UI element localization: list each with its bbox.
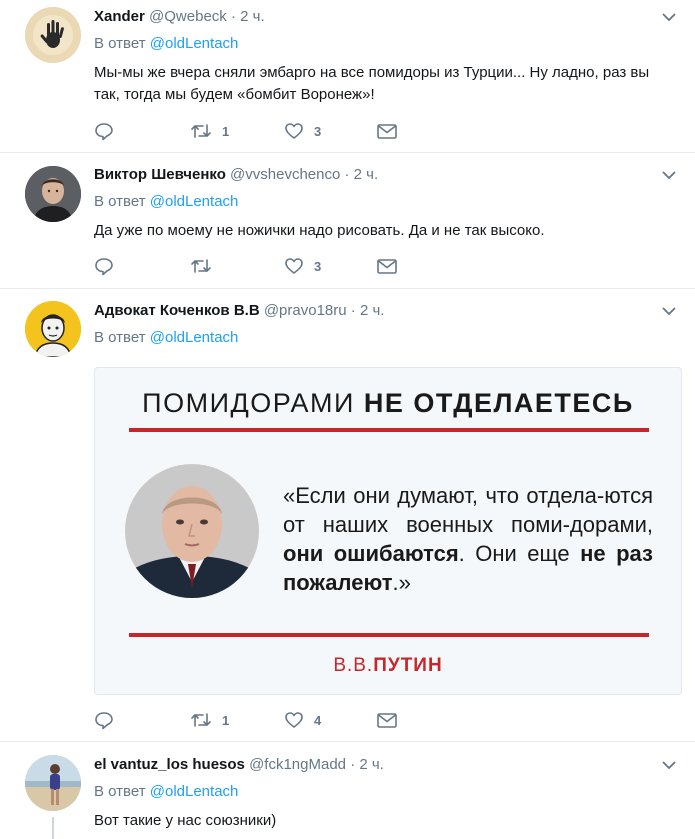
- reply-button[interactable]: [94, 121, 190, 141]
- retweet-button[interactable]: 1: [190, 121, 284, 141]
- separator-dot: ·: [350, 302, 356, 319]
- media-card[interactable]: ПОМИДОРАМИ НЕ ОТДЕЛАЕТЕСЬ «Если они дума…: [94, 367, 682, 695]
- quote-bold-part: они ошибаются: [283, 541, 459, 566]
- person-portrait-avatar-icon: [25, 301, 81, 357]
- tweet-text: Да уже по моему не ножички надо рисовать…: [94, 222, 545, 239]
- mention-link[interactable]: @oldLentach: [150, 329, 239, 346]
- reply-icon: [95, 258, 113, 276]
- like-button[interactable]: 4: [284, 710, 376, 730]
- envelope-icon: [377, 713, 397, 728]
- mention-link[interactable]: @oldLentach: [150, 35, 239, 52]
- chevron-down-icon[interactable]: [661, 757, 677, 773]
- card-divider: [129, 428, 649, 432]
- reply-prefix: В ответ: [94, 193, 146, 210]
- avatar[interactable]: [25, 7, 81, 63]
- tweet[interactable]: el vantuz_los huesos @fck1ngMadd · 2 ч. …: [0, 742, 695, 839]
- heart-icon: [285, 258, 303, 274]
- reply-context: В ответ @oldLentach: [94, 192, 238, 212]
- author-name[interactable]: Виктор Шевченко: [94, 166, 226, 183]
- timestamp[interactable]: 2 ч.: [360, 302, 385, 319]
- tweet-text: Вот такие у нас союзники): [94, 812, 277, 829]
- card-divider: [129, 633, 649, 637]
- timestamp[interactable]: 2 ч.: [359, 756, 384, 773]
- author-name[interactable]: Адвокат Коченков В.В: [94, 302, 260, 319]
- card-title-light: ПОМИДОРАМИ: [142, 388, 364, 418]
- reply-icon: [95, 712, 113, 730]
- message-button[interactable]: [376, 256, 398, 276]
- avatar[interactable]: [25, 301, 81, 357]
- author-name[interactable]: Xander: [94, 8, 145, 25]
- beach-photo-avatar-icon: [25, 755, 81, 811]
- card-signature: В.В.ПУТИН: [95, 655, 681, 677]
- author-handle[interactable]: @fck1ngMadd: [249, 756, 346, 773]
- retweet-count: 1: [222, 712, 230, 728]
- heart-icon: [285, 123, 303, 139]
- card-portrait-photo: [125, 464, 259, 598]
- heart-icon: [285, 712, 303, 728]
- quote-text-part: .»: [392, 570, 411, 595]
- reply-prefix: В ответ: [94, 329, 146, 346]
- thread-connector-line: [52, 817, 54, 839]
- reply-context: В ответ @oldLentach: [94, 34, 238, 54]
- tweet-text: Мы-мы же вчера сняли эмбарго на все поми…: [94, 64, 650, 103]
- card-title: ПОМИДОРАМИ НЕ ОТДЕЛАЕТЕСЬ: [95, 388, 681, 419]
- retweet-count: 1: [222, 123, 230, 139]
- timestamp[interactable]: 2 ч.: [354, 166, 379, 183]
- retweet-icon: [191, 124, 211, 138]
- author-handle[interactable]: @vvshevchenco: [230, 166, 340, 183]
- like-count: 3: [314, 123, 322, 139]
- message-button[interactable]: [376, 121, 398, 141]
- chevron-down-icon[interactable]: [661, 167, 677, 183]
- portrait-photo-icon: [125, 464, 259, 598]
- card-quote: «Если они думают, что отдела-ются от наш…: [283, 481, 653, 597]
- separator-dot: ·: [344, 166, 350, 183]
- tweet-actions: 3: [94, 256, 398, 276]
- author-handle[interactable]: @pravo18ru: [264, 302, 347, 319]
- retweet-button[interactable]: [190, 256, 284, 276]
- reply-prefix: В ответ: [94, 35, 146, 52]
- message-button[interactable]: [376, 710, 398, 730]
- mention-link[interactable]: @oldLentach: [150, 193, 239, 210]
- like-count: 3: [314, 258, 322, 274]
- reply-button[interactable]: [94, 256, 190, 276]
- tweet[interactable]: Xander @Qwebeck · 2 ч. В ответ @oldLenta…: [0, 0, 695, 153]
- mention-link[interactable]: @oldLentach: [150, 783, 239, 800]
- envelope-icon: [377, 259, 397, 274]
- signature-initials: В.В.: [333, 655, 374, 676]
- reply-context: В ответ @oldLentach: [94, 782, 238, 802]
- avatar[interactable]: [25, 755, 81, 811]
- author-handle[interactable]: @Qwebeck: [149, 8, 227, 25]
- tweet[interactable]: Виктор Шевченко @vvshevchenco · 2 ч. В о…: [0, 153, 695, 289]
- tweet-actions: 1 4: [94, 710, 398, 730]
- card-title-bold: НЕ ОТДЕЛАЕТЕСЬ: [363, 388, 634, 418]
- hand-print-avatar-icon: [25, 7, 81, 63]
- like-button[interactable]: 3: [284, 256, 376, 276]
- avatar[interactable]: [25, 166, 81, 222]
- quote-text-part: . Они еще: [458, 541, 581, 566]
- signature-surname: ПУТИН: [373, 655, 443, 676]
- reply-context: В ответ @oldLentach: [94, 328, 238, 348]
- tweet-actions: 1 3: [94, 121, 398, 141]
- retweet-icon: [191, 713, 211, 727]
- quote-text-part: «Если они думают, что отдела-ются от наш…: [283, 483, 653, 537]
- author-name[interactable]: el vantuz_los huesos: [94, 756, 245, 773]
- separator-dot: ·: [350, 756, 356, 773]
- like-button[interactable]: 3: [284, 121, 376, 141]
- reply-button[interactable]: [94, 710, 190, 730]
- retweet-icon: [191, 259, 211, 273]
- person-photo-avatar-icon: [25, 166, 81, 222]
- retweet-button[interactable]: 1: [190, 710, 284, 730]
- chevron-down-icon[interactable]: [661, 303, 677, 319]
- separator-dot: ·: [230, 8, 236, 25]
- reply-prefix: В ответ: [94, 783, 146, 800]
- timestamp[interactable]: 2 ч.: [240, 8, 265, 25]
- chevron-down-icon[interactable]: [661, 9, 677, 25]
- like-count: 4: [314, 712, 322, 728]
- envelope-icon: [377, 124, 397, 139]
- reply-icon: [95, 123, 113, 141]
